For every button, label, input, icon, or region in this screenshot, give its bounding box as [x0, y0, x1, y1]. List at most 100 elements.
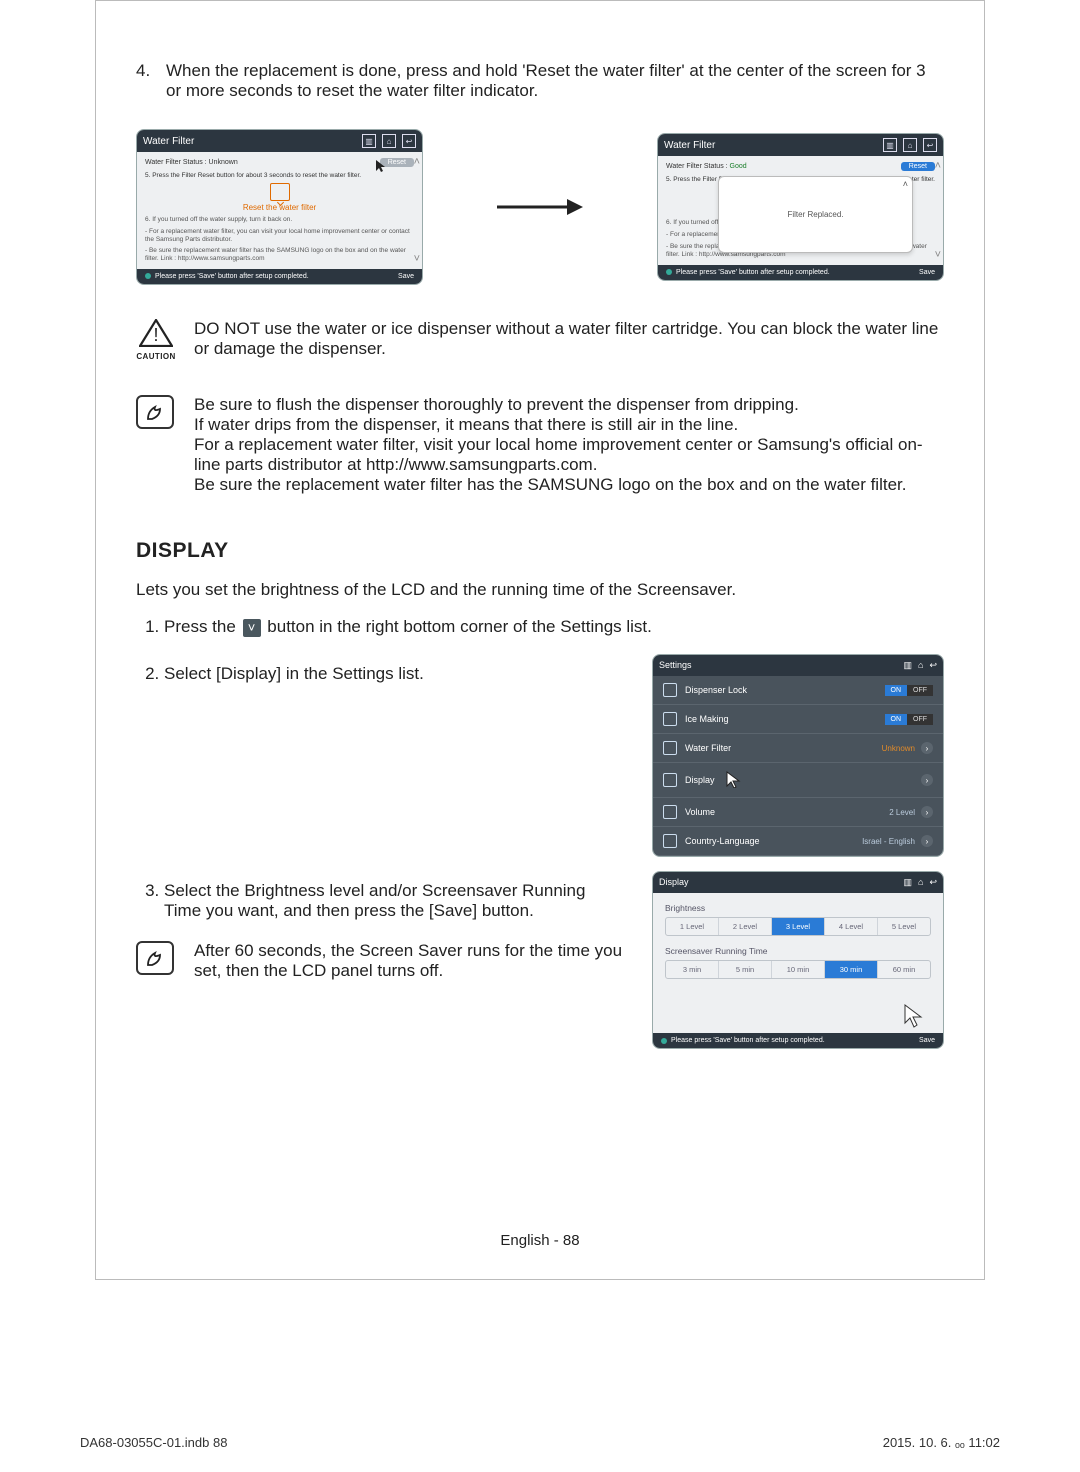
display-steps: Press the ˅ button in the right bottom c…: [136, 617, 944, 637]
fridge-icon[interactable]: ▥: [362, 134, 376, 148]
scroll-up-icon[interactable]: ˄: [414, 156, 420, 168]
reset-button[interactable]: Reset: [380, 158, 414, 167]
display-heading: DISPLAY: [136, 539, 944, 563]
row-icon: [663, 834, 677, 848]
status-dot-icon: [661, 1038, 667, 1044]
water-filter-screen-after: Water Filter ▥ ⌂ ↩ Water Filter Status :…: [657, 133, 944, 280]
arrow-right-icon: [423, 196, 657, 218]
row-icon: [663, 741, 677, 755]
filter-replaced-modal: Filter Replaced. ˄: [718, 176, 913, 252]
step-4-number: 4.: [136, 61, 166, 101]
settings-row-country-language[interactable]: Country-LanguageIsrael - English›: [653, 827, 943, 856]
print-footer: DA68-03055C-01.indb 88 2015. 10. 6. ₒₒ 1…: [80, 1435, 1000, 1450]
scroll-up-icon[interactable]: ˄: [935, 160, 941, 172]
fridge-icon[interactable]: ▥: [904, 660, 913, 671]
row-label: Ice Making: [685, 714, 729, 724]
display-intro: Lets you set the brightness of the LCD a…: [136, 580, 944, 600]
save-button[interactable]: Save: [919, 269, 935, 276]
settings-row-display[interactable]: Display›: [653, 763, 943, 798]
home-icon[interactable]: ⌂: [382, 134, 396, 148]
step-5-text: 5. Press the Filter Reset button for abo…: [145, 172, 414, 179]
note2-text: After 60 seconds, the Screen Saver runs …: [194, 941, 624, 981]
settings-row-ice-making[interactable]: Ice Making ONOFF: [653, 705, 943, 734]
row-icon: [663, 683, 677, 697]
back-icon[interactable]: ↩: [929, 660, 937, 671]
chevron-right-icon[interactable]: ›: [921, 806, 933, 818]
note-icon: [136, 941, 176, 981]
brightness-label: Brightness: [665, 903, 931, 913]
step-4: 4. When the replacement is done, press a…: [136, 61, 944, 101]
cursor-icon: [903, 1003, 929, 1029]
home-icon[interactable]: ⌂: [903, 138, 917, 152]
brightness-segmented[interactable]: 1 Level2 Level3 Level4 Level5 Level: [665, 917, 931, 936]
close-icon[interactable]: ˄: [903, 179, 908, 189]
settings-row-dispenser-lock[interactable]: Dispenser LockONOFF: [653, 676, 943, 705]
footer-msg: Please press 'Save' button after setup c…: [155, 273, 309, 280]
step-6-a: - For a replacement water filter, you ca…: [145, 228, 414, 244]
caution-label: CAUTION: [136, 352, 176, 361]
row-value: 2 Level: [889, 808, 915, 817]
segment-option[interactable]: 3 Level: [772, 918, 825, 935]
note-line: If water drips from the dispenser, it me…: [194, 415, 944, 435]
cursor-icon: [376, 160, 390, 174]
toggle[interactable]: ONOFF: [885, 685, 934, 696]
caution-block: ! CAUTION DO NOT use the water or ice di…: [136, 319, 944, 361]
filter-status-good: Good: [730, 163, 747, 170]
row-label: Country-Language: [685, 836, 760, 846]
back-icon[interactable]: ↩: [929, 877, 937, 888]
chevron-right-icon[interactable]: ›: [921, 835, 933, 847]
segment-option[interactable]: 1 Level: [666, 918, 719, 935]
toggle[interactable]: ONOFF: [885, 714, 934, 725]
segment-option[interactable]: 60 min: [878, 961, 930, 978]
reset-button[interactable]: Reset: [901, 162, 935, 171]
screen-titlebar: Water Filter ▥ ⌂ ↩: [137, 130, 422, 152]
home-icon[interactable]: ⌂: [918, 660, 923, 671]
segment-option[interactable]: 4 Level: [825, 918, 878, 935]
filter-status-label: Water Filter Status :: [666, 163, 728, 170]
back-icon[interactable]: ↩: [923, 138, 937, 152]
settings-row-volume[interactable]: Volume 2 Level ›: [653, 798, 943, 827]
cursor-icon: [725, 770, 743, 790]
modal-text: Filter Replaced.: [787, 210, 843, 219]
row-value: Unknown: [882, 744, 915, 753]
chevron-right-icon[interactable]: ›: [921, 774, 933, 786]
note-line: Be sure to flush the dispenser thoroughl…: [194, 395, 944, 415]
fridge-icon[interactable]: ▥: [883, 138, 897, 152]
status-dot-icon: [666, 269, 672, 275]
scroll-down-icon[interactable]: ˅: [414, 253, 420, 265]
segment-option[interactable]: 5 min: [719, 961, 772, 978]
display-screen: Display ▥ ⌂ ↩ Brightness 1 Level2 Level3…: [652, 871, 944, 1049]
step-6-head: 6. If you turned off the water supply, t…: [145, 216, 414, 224]
back-icon[interactable]: ↩: [402, 134, 416, 148]
row-icon: [663, 805, 677, 819]
display-step-1: Press the ˅ button in the right bottom c…: [164, 617, 944, 637]
print-date: 2015. 10. 6. ₒₒ 11:02: [883, 1435, 1000, 1450]
segment-option[interactable]: 5 Level: [878, 918, 930, 935]
fridge-icon[interactable]: ▥: [904, 877, 913, 888]
segment-option[interactable]: 30 min: [825, 961, 878, 978]
segment-option[interactable]: 10 min: [772, 961, 825, 978]
chevron-right-icon[interactable]: ›: [921, 742, 933, 754]
water-filter-screenshots: Water Filter ▥ ⌂ ↩ Water Filter Status :…: [136, 129, 944, 285]
filter-icon: [270, 183, 290, 201]
save-button[interactable]: Save: [398, 273, 414, 280]
print-file: DA68-03055C-01.indb 88: [80, 1435, 227, 1450]
note-icon: [136, 395, 176, 495]
step-6-b: - Be sure the replacement water filter h…: [145, 247, 414, 263]
screensaver-segmented[interactable]: 3 min5 min10 min30 min60 min: [665, 960, 931, 979]
settings-row-water-filter[interactable]: Water FilterUnknown›: [653, 734, 943, 763]
display-screen-title: Display: [659, 877, 689, 888]
row-icon: [663, 773, 677, 787]
page-number: English - 88: [96, 1232, 984, 1249]
manual-page: 4. When the replacement is done, press a…: [95, 0, 985, 1280]
scroll-down-icon[interactable]: ˅: [935, 249, 941, 261]
save-button[interactable]: Save: [919, 1037, 935, 1044]
footer-msg: Please press 'Save' button after setup c…: [676, 269, 830, 276]
screen-title: Water Filter: [664, 140, 715, 151]
segment-option[interactable]: 2 Level: [719, 918, 772, 935]
segment-option[interactable]: 3 min: [666, 961, 719, 978]
chevron-down-icon[interactable]: ˅: [243, 619, 261, 637]
filter-status-before: Water Filter Status : Unknown: [145, 159, 238, 166]
home-icon[interactable]: ⌂: [918, 877, 923, 888]
row-label: Volume: [685, 807, 715, 817]
